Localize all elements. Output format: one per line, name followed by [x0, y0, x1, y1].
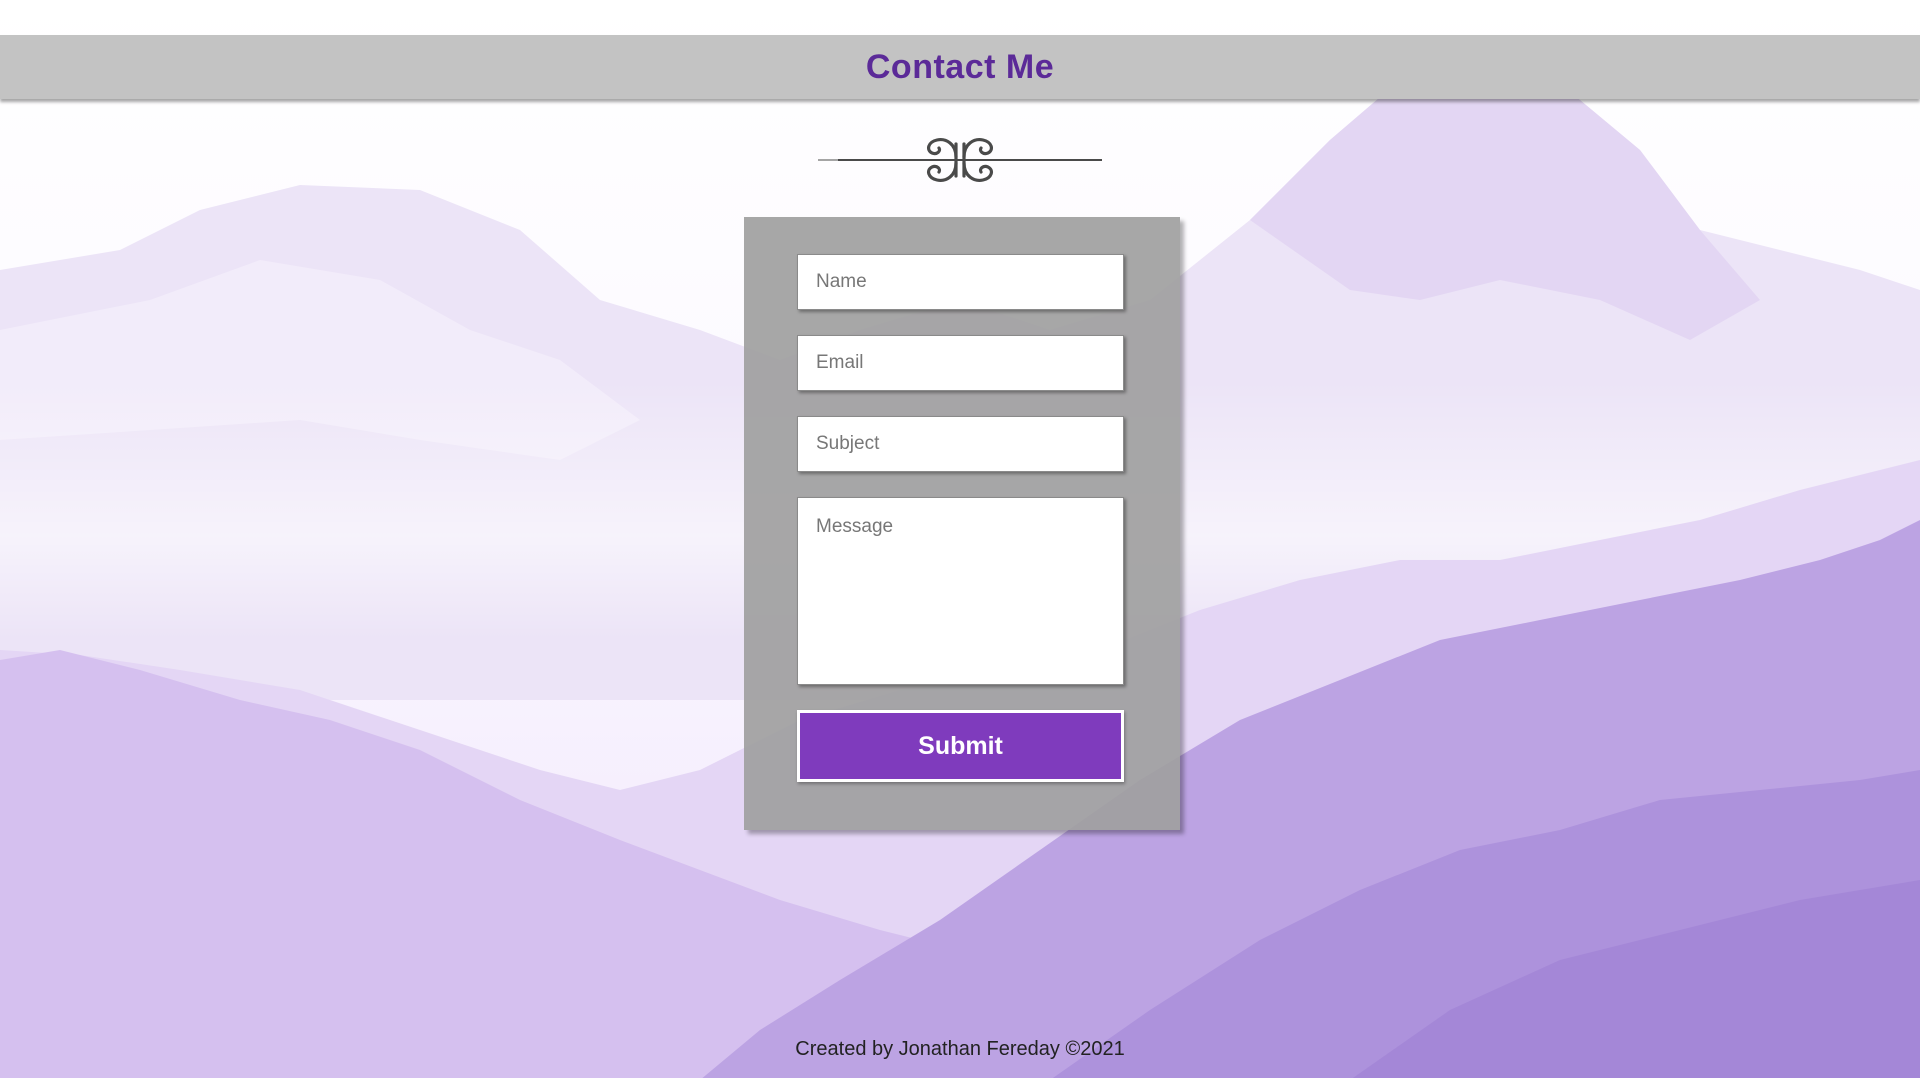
- email-input[interactable]: [797, 335, 1124, 391]
- contact-form: Submit: [744, 217, 1180, 830]
- page: Contact Me Submit Created by Jonathan Fe…: [0, 0, 1920, 1080]
- page-header: Contact Me: [0, 35, 1920, 99]
- subject-input[interactable]: [797, 416, 1124, 472]
- footer-credit: Created by Jonathan Fereday ©2021: [795, 1038, 1125, 1060]
- submit-button[interactable]: Submit: [797, 710, 1124, 782]
- name-input[interactable]: [797, 254, 1124, 310]
- page-title: Contact Me: [865, 47, 1055, 86]
- message-textarea[interactable]: [797, 497, 1124, 685]
- ornament-flourish-icon: [818, 138, 1102, 182]
